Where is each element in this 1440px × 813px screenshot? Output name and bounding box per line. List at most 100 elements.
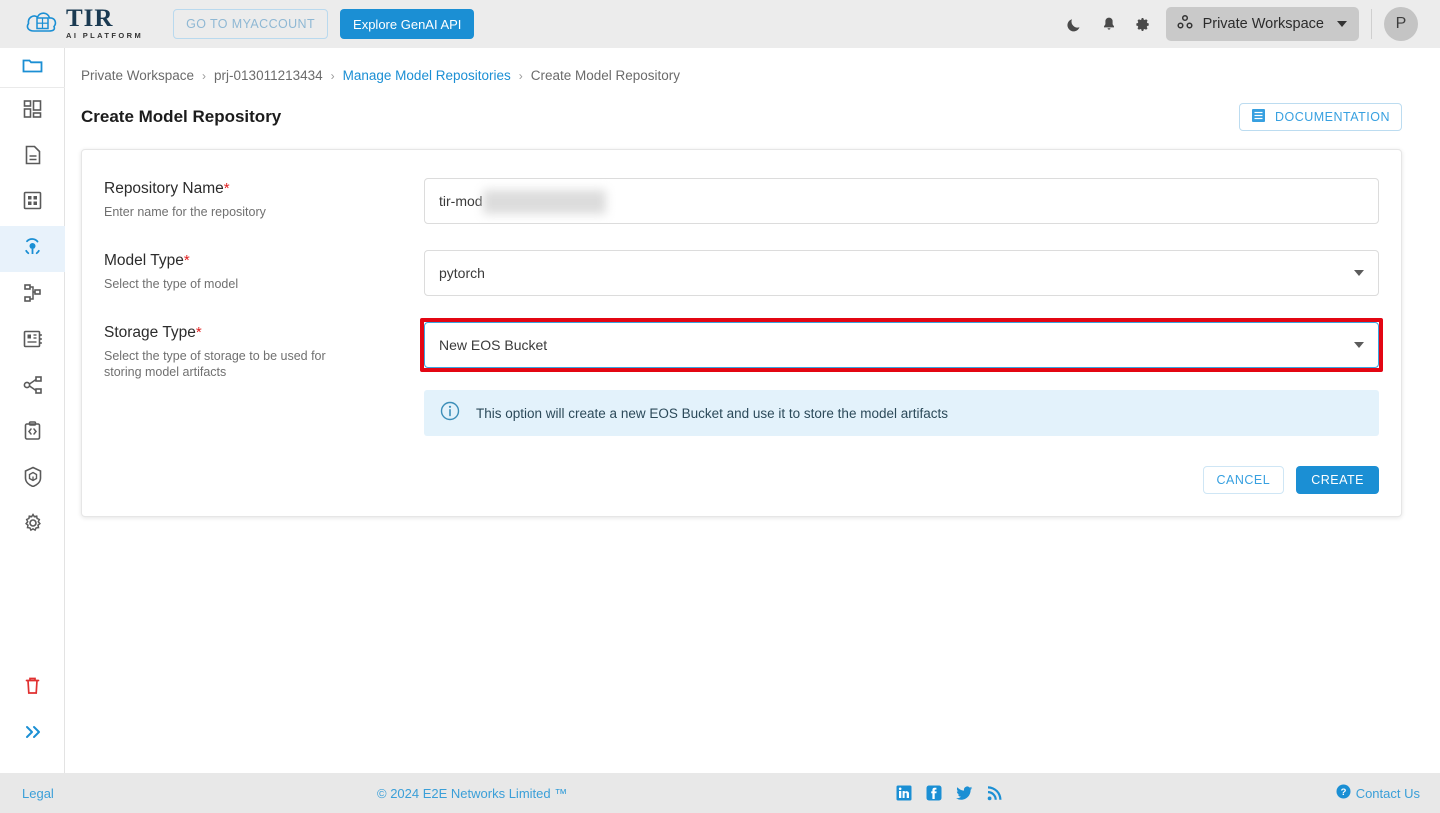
top-bar: TIR AI PLATFORM GO TO MYACCOUNT Explore … (0, 0, 1440, 48)
storage-type-label: Storage Type* (104, 324, 202, 341)
footer-contact-label: Contact Us (1355, 785, 1420, 801)
create-model-repository-card: Repository Name* Enter name for the repo… (81, 149, 1402, 517)
sidebar-item-dashboard[interactable] (0, 88, 65, 134)
sidebar-item-projects-folder[interactable] (0, 48, 65, 88)
top-bar-actions: Private Workspace P (1058, 7, 1418, 41)
model-type-value: pytorch (439, 265, 485, 281)
footer-copyright: © 2024 E2E Networks Limited ™ (377, 785, 568, 801)
server-rack-icon (23, 329, 43, 354)
create-button[interactable]: CREATE (1296, 466, 1379, 494)
breadcrumb-separator: › (518, 68, 523, 83)
chevron-down-icon (1354, 270, 1364, 276)
chevron-double-right-icon (23, 724, 43, 745)
sidebar-item-datasets[interactable] (0, 180, 65, 226)
folder-icon (22, 56, 43, 79)
sidebar-item-containers[interactable] (0, 456, 65, 502)
facebook-icon[interactable] (926, 785, 942, 801)
document-icon (24, 145, 42, 170)
breadcrumb-item-manage-model-repositories[interactable]: Manage Model Repositories (343, 68, 511, 83)
repository-name-label: Repository Name* (104, 180, 230, 197)
settings-gear-icon[interactable] (1126, 7, 1160, 41)
info-banner-text: This option will create a new EOS Bucket… (476, 405, 948, 421)
info-circle-icon (440, 401, 460, 426)
repository-name-field-wrap: tir-mod (424, 178, 1379, 224)
sidebar (0, 48, 65, 773)
divider (1371, 9, 1372, 39)
sidebar-item-pipelines[interactable] (0, 272, 65, 318)
breadcrumb: Private Workspace › prj-013011213434 › M… (81, 68, 1440, 83)
brand-tagline: AI PLATFORM (66, 31, 144, 40)
brand-name: TIR (66, 5, 114, 32)
model-type-field-wrap: pytorch (424, 250, 1379, 296)
documentation-button-label: DOCUMENTATION (1274, 110, 1390, 124)
form-row-storage-type: Storage Type* Select the type of storage… (104, 318, 1383, 494)
explore-genai-api-button[interactable]: Explore GenAI API (340, 9, 475, 39)
dark-mode-icon[interactable] (1058, 7, 1092, 41)
workspace-nodes-icon (1176, 14, 1194, 35)
storage-type-description: Select the type of storage to be used fo… (104, 349, 326, 379)
model-type-label: Model Type* (104, 252, 190, 269)
sidebar-item-trash[interactable] (0, 665, 65, 711)
breadcrumb-separator: › (330, 68, 335, 83)
footer-social-links (896, 785, 1002, 801)
breadcrumb-item-workspace: Private Workspace (81, 68, 195, 83)
main-content: Private Workspace › prj-013011213434 › M… (65, 48, 1440, 773)
breadcrumb-separator: › (202, 68, 207, 83)
storage-type-field-wrap: New EOS Bucket This option will create a… (420, 318, 1383, 494)
rss-icon[interactable] (987, 785, 1002, 801)
workspace-name: Private Workspace (1202, 16, 1324, 32)
linkedin-icon[interactable] (896, 785, 912, 801)
repository-name-value: tir-mod (439, 193, 483, 209)
footer-legal-link[interactable]: Legal (22, 786, 54, 801)
storage-type-value: New EOS Bucket (439, 337, 548, 353)
breadcrumb-item-project: prj-013011213434 (214, 68, 323, 83)
form-actions: CANCEL CREATE (424, 466, 1379, 494)
code-clipboard-icon (23, 420, 42, 446)
document-list-icon (1251, 108, 1266, 126)
workspace-selector[interactable]: Private Workspace (1165, 7, 1359, 41)
cube-shield-icon (23, 466, 43, 492)
share-nodes-icon (23, 375, 43, 400)
repository-name-label-group: Repository Name* Enter name for the repo… (104, 178, 424, 220)
table-grid-icon (23, 191, 42, 215)
chevron-down-icon (1337, 21, 1347, 27)
form-row-repository-name: Repository Name* Enter name for the repo… (104, 178, 1379, 224)
model-type-label-group: Model Type* Select the type of model (104, 250, 424, 292)
page-title: Create Model Repository (81, 107, 282, 126)
storage-type-select[interactable]: New EOS Bucket (424, 322, 1379, 368)
brand-text: TIR AI PLATFORM (66, 5, 144, 41)
tir-cloud-logo-icon (24, 7, 64, 41)
help-circle-icon: ? (1336, 784, 1351, 802)
sidebar-item-notebooks[interactable] (0, 134, 65, 180)
twitter-icon[interactable] (956, 785, 973, 801)
footer-contact-us[interactable]: ? Contact Us (1336, 784, 1420, 802)
form-row-model-type: Model Type* Select the type of model pyt… (104, 250, 1379, 296)
svg-text:?: ? (1340, 787, 1346, 798)
model-hub-icon (22, 236, 43, 262)
sidebar-item-model-repositories[interactable] (0, 226, 65, 272)
brand-logo-group: TIR AI PLATFORM (24, 5, 144, 41)
repository-name-input[interactable]: tir-mod (424, 178, 1379, 224)
sidebar-expand-button[interactable] (0, 711, 65, 757)
sidebar-item-api-tokens[interactable] (0, 410, 65, 456)
trash-icon (24, 676, 41, 700)
storage-type-label-group: Storage Type* Select the type of storage… (104, 322, 424, 380)
cancel-button[interactable]: CANCEL (1202, 466, 1285, 494)
pipeline-nodes-icon (23, 283, 43, 308)
chevron-down-icon (1354, 342, 1364, 348)
go-to-myaccount-button[interactable]: GO TO MYACCOUNT (173, 9, 329, 39)
notifications-icon[interactable] (1092, 7, 1126, 41)
footer: Legal © 2024 E2E Networks Limited ™ ? Co… (0, 773, 1440, 813)
gear-icon (23, 512, 43, 538)
repository-name-description: Enter name for the repository (104, 205, 266, 219)
sidebar-item-deployments[interactable] (0, 364, 65, 410)
model-type-select[interactable]: pytorch (424, 250, 1379, 296)
dashboard-grid-icon (23, 99, 43, 124)
sidebar-item-inference[interactable] (0, 318, 65, 364)
documentation-button[interactable]: DOCUMENTATION (1238, 103, 1402, 131)
model-type-description: Select the type of model (104, 277, 239, 291)
avatar[interactable]: P (1384, 7, 1418, 41)
breadcrumb-item-current: Create Model Repository (530, 68, 681, 83)
sidebar-item-settings[interactable] (0, 502, 65, 548)
